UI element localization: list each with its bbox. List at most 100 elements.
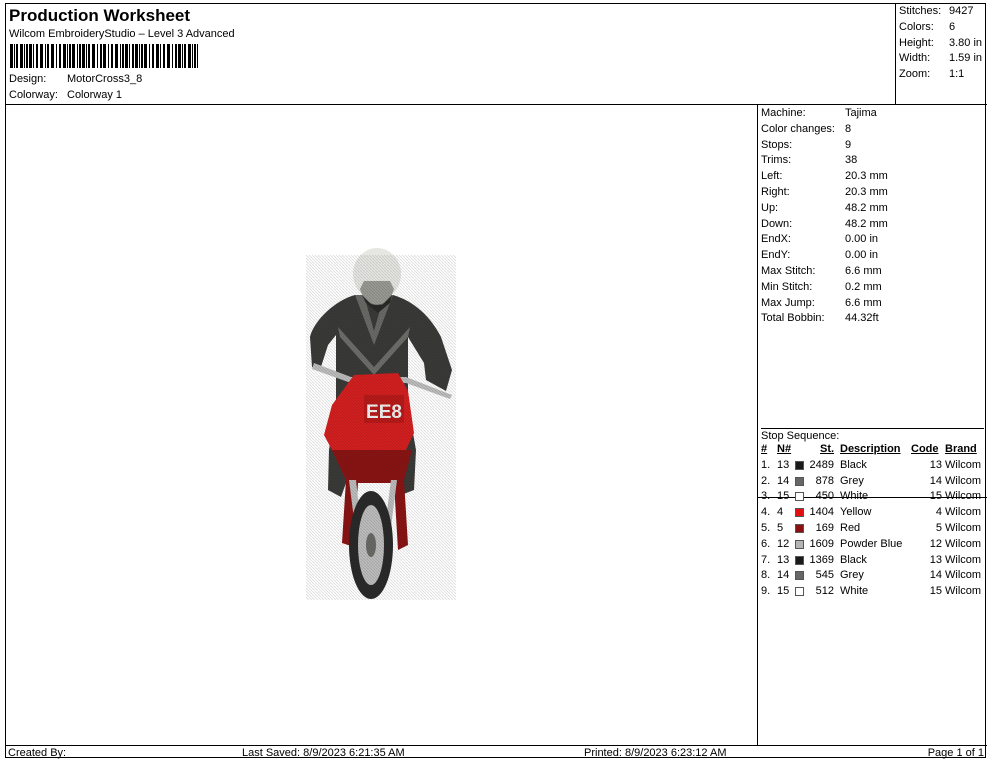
detail-label: EndY: — [761, 249, 791, 262]
barcode-bar — [139, 44, 140, 68]
col-header-description: Description — [840, 443, 901, 455]
stop-row-stitches: 2489 — [809, 458, 834, 471]
stop-row-needle: 12 — [777, 537, 790, 550]
design-label: Design: — [9, 73, 47, 85]
software-name: Wilcom EmbroideryStudio – Level 3 Advanc… — [9, 28, 235, 40]
barcode-bar — [192, 44, 193, 68]
summary-width: Width: 1.59 in — [899, 52, 983, 64]
barcode-bar — [122, 44, 124, 68]
detail-label: Down: — [761, 217, 793, 230]
col-header-stitches: St. — [820, 443, 835, 455]
stop-row-stitches: 1369 — [809, 553, 834, 566]
thread-color-swatch — [795, 524, 804, 533]
summary-height: Height: 3.80 in — [899, 37, 983, 49]
barcode-bar — [92, 44, 95, 68]
barcode-bar — [40, 44, 43, 68]
page-number: Page 1 of 1 — [927, 747, 984, 759]
barcode-bar — [182, 44, 183, 68]
detail-value: 38 — [845, 154, 858, 167]
detail-row: Min Stitch: 0.2 mm — [761, 281, 882, 293]
detail-label: Left: — [761, 170, 783, 183]
detail-value: 48.2 mm — [845, 201, 888, 214]
stop-row-code: 5 — [935, 522, 942, 534]
detail-row: EndY: 0.00 in — [761, 249, 878, 261]
page-title: Production Worksheet — [9, 6, 191, 25]
stop-row-code: 13 — [929, 553, 942, 566]
colorway-row: Colorway: Colorway 1 — [9, 89, 122, 101]
barcode-bar — [152, 44, 154, 68]
stop-row-needle: 5 — [777, 522, 784, 534]
stop-row-description: Powder Blue — [840, 537, 903, 550]
stop-sequence-title: Stop Sequence: — [761, 428, 984, 442]
stop-row-code: 4 — [935, 506, 942, 519]
detail-value: 20.3 mm — [845, 186, 888, 198]
col-header-brand: Brand — [945, 443, 977, 455]
detail-label: Min Stitch: — [761, 280, 813, 293]
barcode-bar — [26, 44, 28, 68]
last-saved: Last Saved: 8/9/2023 6:21:35 AM — [242, 747, 405, 759]
motocross-rider-design: EE8 — [306, 248, 456, 600]
footer-bar: Created By: Last Saved: 8/9/2023 6:21:35… — [6, 745, 987, 759]
detail-value: 0.00 in — [845, 249, 879, 262]
barcode-bar — [103, 44, 106, 68]
detail-value: 0.00 in — [845, 233, 879, 246]
barcode-bar — [16, 44, 18, 68]
stop-row-description: Black — [840, 553, 867, 566]
stop-row-index: 2. — [761, 474, 771, 487]
stop-row-brand: Wilcom — [945, 506, 982, 519]
stop-row-needle: 4 — [777, 506, 784, 519]
stop-row-stitches: 1609 — [809, 537, 834, 550]
detail-label: Trims: — [761, 154, 792, 167]
stop-row-index: 1. — [761, 458, 771, 471]
thread-color-swatch — [795, 555, 804, 565]
thread-color-swatch — [795, 587, 804, 597]
barcode-bar — [69, 44, 71, 68]
detail-row: Up: 48.2 mm — [761, 202, 888, 214]
stop-row-brand: Wilcom — [945, 569, 982, 582]
summary-stitches: Stitches: 9427 — [899, 5, 974, 17]
created-by: Created By: — [8, 747, 67, 759]
detail-value: 48.2 mm — [845, 217, 888, 230]
detail-row: Max Jump: 6.6 mm — [761, 297, 882, 309]
barcode-bar — [47, 44, 49, 68]
detail-label: Up: — [761, 201, 779, 214]
barcode-bar — [108, 44, 109, 68]
stop-row-code: 14 — [929, 569, 942, 582]
stop-row-description: White — [840, 490, 869, 503]
stop-row-description: Yellow — [840, 506, 872, 519]
barcode-bar — [120, 44, 121, 68]
detail-row: Color changes: 8 — [761, 123, 851, 135]
barcode-bar — [160, 44, 161, 68]
detail-row: Stops: 9 — [761, 139, 851, 151]
barcode-bar — [82, 44, 85, 68]
barcode-bar — [56, 44, 57, 68]
embroidery-design-image: EE8 — [306, 248, 456, 600]
barcode-bar — [67, 44, 68, 68]
barcode-bar — [111, 44, 113, 68]
stop-row-stitches: 512 — [815, 585, 834, 598]
header-panel: Production Worksheet Wilcom EmbroiderySt… — [6, 4, 896, 105]
stop-row-index: 9. — [761, 585, 771, 598]
detail-value: 44.32ft — [845, 312, 879, 325]
detail-row: Max Stitch: 6.6 mm — [761, 265, 882, 277]
barcode-bar — [115, 44, 118, 68]
detail-label: Machine: — [761, 107, 806, 119]
barcode-bar — [132, 44, 134, 68]
stop-row-code: 15 — [929, 490, 942, 503]
design-preview-area: EE8 — [6, 105, 758, 745]
detail-label: Color changes: — [761, 122, 835, 135]
detail-row: Total Bobbin: 44.32ft — [761, 312, 879, 324]
barcode-bar — [197, 44, 198, 68]
detail-value: 20.3 mm — [845, 170, 888, 183]
col-header-num: # — [761, 443, 768, 455]
summary-panel: Stitches: 9427 Colors: 6 Height: 3.80 in Wi… — [896, 4, 987, 105]
stop-row-brand: Wilcom — [945, 585, 982, 598]
barcode-bar — [135, 44, 138, 68]
stop-row-stitches: 878 — [815, 474, 834, 487]
design-row: Design: MotorCross3_8 — [9, 73, 142, 85]
summary-zoom: Zoom: 1:1 — [899, 68, 965, 80]
stop-row-brand: Wilcom — [945, 490, 982, 503]
barcode-bar — [156, 44, 159, 68]
stop-row-index: 4. — [761, 506, 771, 519]
barcode-bar — [86, 44, 87, 68]
